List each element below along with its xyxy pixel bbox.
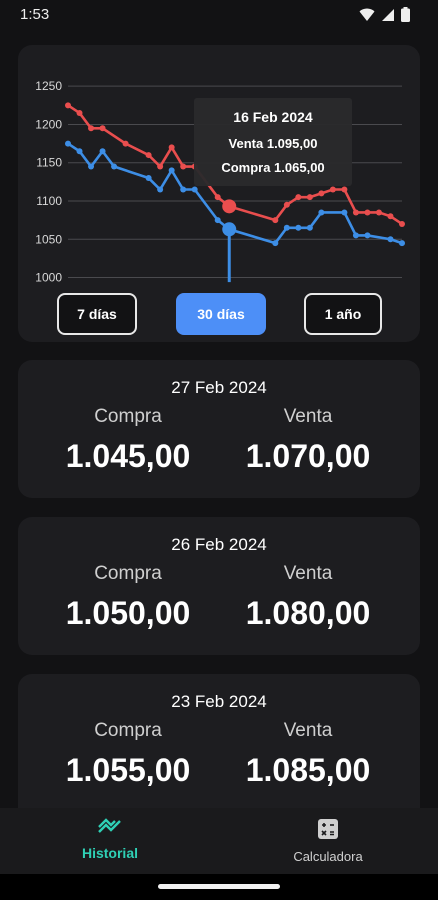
- compra-data-point: [352, 232, 359, 239]
- compra-data-point: [318, 209, 325, 216]
- venta-value: 1.070,00: [245, 438, 371, 474]
- compra-data-point: [306, 224, 313, 231]
- status-time: 1:53: [20, 6, 50, 23]
- compra-data-point: [88, 163, 95, 170]
- nav-calculadora[interactable]: Calculadora: [238, 818, 418, 864]
- venta-data-point: [222, 199, 237, 214]
- venta-data-point: [318, 190, 325, 197]
- y-tick-label: 1200: [35, 117, 62, 131]
- venta-label: Venta: [283, 720, 333, 741]
- compra-data-point: [191, 186, 198, 193]
- venta-data-point: [65, 102, 71, 109]
- compra-data-point: [65, 140, 71, 147]
- range-30-days-button[interactable]: 30 días: [176, 293, 266, 335]
- compra-data-point: [180, 186, 187, 193]
- compra-data-point: [76, 148, 83, 155]
- venta-data-point: [214, 194, 221, 201]
- range-7-days-button[interactable]: 7 días: [57, 293, 137, 335]
- venta-data-point: [341, 186, 348, 193]
- history-chart-card: 1250 1200 1150 1100 1050 1000 16 Feb 2024 Ven…: [18, 45, 420, 342]
- range-1-year-button[interactable]: 1 año: [304, 293, 382, 335]
- history-chart[interactable]: 1250 1200 1150 1100 1050 1000 16 Feb 2024 Ven…: [18, 45, 420, 285]
- compra-data-point: [214, 217, 221, 224]
- status-icons: [359, 7, 410, 22]
- compra-label: Compra: [94, 563, 162, 584]
- venta-data-point: [306, 194, 313, 201]
- compra-value: 1.045,00: [65, 438, 191, 474]
- compra-value: 1.055,00: [65, 752, 191, 788]
- compra-data-point: [341, 209, 348, 216]
- status-bar: 1:53: [0, 0, 438, 30]
- venta-data-point: [375, 209, 382, 216]
- nav-calculadora-label: Calculadora: [293, 849, 363, 864]
- compra-data-point: [157, 186, 164, 193]
- y-tick-label: 1100: [36, 194, 62, 208]
- compra-data-point: [111, 163, 118, 170]
- rate-card: 27 Feb 2024 Compra Venta 1.045,00 1.070,…: [18, 360, 420, 498]
- compra-value: 1.050,00: [65, 595, 191, 631]
- trending-icon: [98, 818, 121, 833]
- y-tick-label: 1150: [36, 156, 62, 170]
- compra-data-point: [99, 148, 106, 155]
- venta-data-point: [122, 140, 129, 147]
- compra-data-point: [272, 240, 279, 247]
- venta-data-point: [364, 209, 371, 216]
- compra-data-point: [145, 175, 152, 182]
- venta-data-point: [180, 163, 187, 170]
- rate-date: 26 Feb 2024: [171, 535, 267, 554]
- venta-value: 1.085,00: [245, 752, 371, 788]
- calculator-icon: [318, 819, 338, 839]
- rate-date: 27 Feb 2024: [171, 378, 267, 397]
- venta-data-point: [88, 125, 95, 132]
- compra-data-point: [168, 167, 175, 174]
- y-tick-label: 1050: [35, 232, 62, 246]
- rate-card: 23 Feb 2024 Compra Venta 1.055,00 1.085,…: [18, 674, 420, 808]
- rate-date: 23 Feb 2024: [171, 692, 267, 711]
- venta-label: Venta: [283, 406, 333, 427]
- venta-data-point: [99, 125, 106, 132]
- venta-data-point: [145, 152, 152, 159]
- chart-tooltip-venta: Venta 1.095,00: [229, 136, 318, 151]
- venta-data-point: [295, 194, 302, 201]
- venta-data-point: [168, 144, 175, 151]
- compra-label: Compra: [94, 406, 162, 427]
- nav-historial-label: Historial: [81, 845, 138, 861]
- y-tick-label: 1000: [35, 271, 62, 285]
- compra-data-point: [283, 224, 290, 231]
- venta-value: 1.080,00: [245, 595, 371, 631]
- venta-data-point: [352, 209, 359, 216]
- venta-data-point: [272, 217, 279, 224]
- signal-icon: [382, 8, 394, 21]
- venta-data-point: [399, 220, 405, 227]
- venta-data-point: [329, 186, 336, 193]
- chart-tooltip-date: 16 Feb 2024: [233, 109, 313, 125]
- venta-data-point: [283, 201, 290, 208]
- compra-label: Compra: [94, 720, 162, 741]
- battery-icon: [401, 7, 410, 22]
- venta-data-point: [387, 213, 394, 220]
- compra-data-point: [364, 232, 371, 239]
- bottom-navigation: Historial Calculadora: [0, 808, 438, 874]
- venta-data-point: [76, 109, 83, 116]
- venta-data-point: [157, 163, 164, 170]
- gesture-bar: [0, 874, 438, 900]
- compra-data-point: [387, 236, 394, 243]
- wifi-icon: [359, 8, 375, 21]
- y-tick-label: 1250: [35, 79, 62, 93]
- compra-data-point: [399, 240, 405, 247]
- compra-data-point: [295, 224, 302, 231]
- rate-card: 26 Feb 2024 Compra Venta 1.050,00 1.080,…: [18, 517, 420, 655]
- venta-label: Venta: [283, 563, 333, 584]
- chart-tooltip-compra: Compra 1.065,00: [221, 160, 324, 175]
- nav-historial[interactable]: Historial: [20, 818, 200, 861]
- home-gesture-pill[interactable]: [158, 884, 280, 889]
